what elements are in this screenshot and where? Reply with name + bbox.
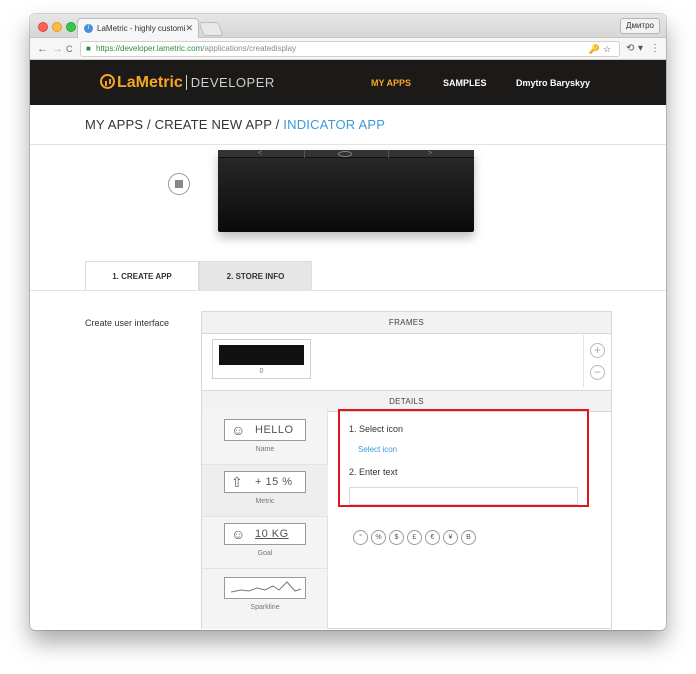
device-action-button	[338, 151, 352, 157]
close-window-button[interactable]	[38, 22, 48, 32]
forward-arrow-icon[interactable]: →	[52, 42, 63, 56]
breadcrumb: MY APPS / CREATE NEW APP / INDICATOR APP	[85, 117, 385, 132]
arrow-up-icon: ⇧	[231, 474, 243, 490]
frame-type-name[interactable]: ☺ HELLO Name	[202, 413, 328, 465]
type-preview: ⇧ + 15 %	[224, 471, 306, 493]
pocket-icon[interactable]: ▾	[638, 42, 643, 56]
frame-number: 0	[259, 368, 264, 375]
frame-controls: + −	[583, 335, 611, 387]
browser-tab[interactable]: i LaMetric - highly customizable ✕	[77, 18, 199, 38]
smiley-icon: ☺	[231, 526, 246, 542]
device-top-bar: < >	[218, 150, 474, 158]
symbol-pound-button[interactable]: £	[407, 530, 422, 545]
symbol-euro-button[interactable]: €	[425, 530, 440, 545]
type-label: Sparkline	[250, 604, 280, 611]
sparkline-icon	[230, 581, 302, 593]
device-right-button: >	[428, 150, 433, 157]
breadcrumb-path[interactable]: MY APPS / CREATE NEW APP /	[85, 117, 283, 132]
address-bar[interactable]: ■ https://developer.lametric.com/applica…	[80, 41, 620, 57]
ui-builder-panel: FRAMES 0 + − DETAILS ☺ HELLO Name ⇧ + 15…	[201, 311, 612, 629]
nav-samples[interactable]: SAMPLES	[443, 78, 487, 88]
lametric-favicon-icon: i	[84, 24, 93, 33]
browser-tabbar: i LaMetric - highly customizable ✕ Дмитр…	[30, 14, 666, 38]
menu-icon[interactable]: ⋮	[650, 42, 660, 56]
details-form: 1. Select icon Select icon 2. Enter text	[338, 409, 589, 507]
back-arrow-icon[interactable]: ←	[37, 42, 48, 56]
device-divider	[304, 150, 305, 158]
device-left-button: <	[258, 150, 263, 157]
type-sample-text: + 15 %	[255, 476, 293, 488]
symbol-percent-button[interactable]: %	[371, 530, 386, 545]
frame-type-sparkline[interactable]: Sparkline	[202, 571, 328, 623]
divider	[30, 290, 666, 291]
type-label: Name	[255, 446, 275, 453]
frames-header: FRAMES	[202, 312, 611, 334]
frame-type-metric[interactable]: ⇧ + 15 % Metric	[202, 465, 328, 517]
frame-type-list: ☺ HELLO Name ⇧ + 15 % Metric ☺ 10 KG Goa…	[202, 409, 328, 629]
breadcrumb-current: INDICATOR APP	[283, 117, 386, 132]
nav-my-apps[interactable]: MY APPS	[371, 78, 411, 88]
smiley-icon: ☺	[231, 422, 246, 438]
minimize-window-button[interactable]	[52, 22, 62, 32]
type-sample-text: 10 KG	[255, 528, 289, 540]
type-label: Metric	[255, 498, 275, 505]
type-sample-text: HELLO	[255, 424, 294, 436]
frame-text-input[interactable]	[349, 487, 578, 505]
add-frame-button[interactable]: +	[590, 343, 605, 358]
nav-user-profile[interactable]: Dmytro Baryskyy	[516, 78, 590, 88]
tab-title: LaMetric - highly customizable	[97, 24, 185, 33]
lock-icon: ■	[86, 44, 91, 53]
url-text: https://developer.lametric.com/applicati…	[96, 44, 297, 53]
symbol-degree-button[interactable]: °	[353, 530, 368, 545]
bookmark-star-icon[interactable]: 🔑☆	[589, 42, 614, 56]
tab-close-icon[interactable]: ✕	[185, 23, 193, 34]
site-header: LaMetric DEVELOPER MY APPS SAMPLES Dmytro…	[30, 60, 666, 105]
remove-frame-button[interactable]: −	[590, 365, 605, 380]
tab-create-app[interactable]: 1. CREATE APP	[85, 261, 199, 291]
lametric-logo[interactable]: LaMetric DEVELOPER	[100, 74, 275, 92]
section-label: Create user interface	[85, 318, 170, 328]
enter-text-label: 2. Enter text	[349, 467, 398, 477]
select-icon-label: 1. Select icon	[349, 424, 404, 434]
symbol-dollar-button[interactable]: $	[389, 530, 404, 545]
tab-store-info[interactable]: 2. STORE INFO	[199, 261, 312, 291]
zoom-window-button[interactable]	[66, 22, 76, 32]
device-divider	[388, 150, 389, 158]
type-preview	[224, 577, 306, 599]
select-icon-link[interactable]: Select icon	[358, 445, 397, 454]
browser-toolbar: ← → C ■ https://developer.lametric.com/a…	[30, 38, 666, 60]
type-preview: ☺ 10 KG	[224, 523, 306, 545]
divider	[30, 144, 666, 145]
reload-icon[interactable]: C	[66, 42, 73, 56]
profile-button[interactable]: Дмитро	[620, 18, 660, 34]
type-label: Goal	[257, 550, 273, 557]
lametric-logo-icon	[100, 74, 115, 89]
frame-thumbnail[interactable]: 0	[212, 339, 311, 379]
browser-window: i LaMetric - highly customizable ✕ Дмитр…	[30, 14, 666, 630]
type-preview: ☺ HELLO	[224, 419, 306, 441]
new-tab-button[interactable]	[198, 22, 224, 36]
frame-screen	[219, 345, 304, 365]
extension-icon[interactable]: ⟲	[626, 42, 634, 56]
symbol-yen-button[interactable]: ¥	[443, 530, 458, 545]
lametric-device-preview: < >	[218, 150, 474, 232]
symbol-bitcoin-button[interactable]: B	[461, 530, 476, 545]
symbol-buttons: °% $ £ € ¥ B	[353, 530, 479, 546]
frame-type-goal[interactable]: ☺ 10 KG Goal	[202, 517, 328, 569]
stop-preview-button[interactable]	[168, 173, 190, 195]
